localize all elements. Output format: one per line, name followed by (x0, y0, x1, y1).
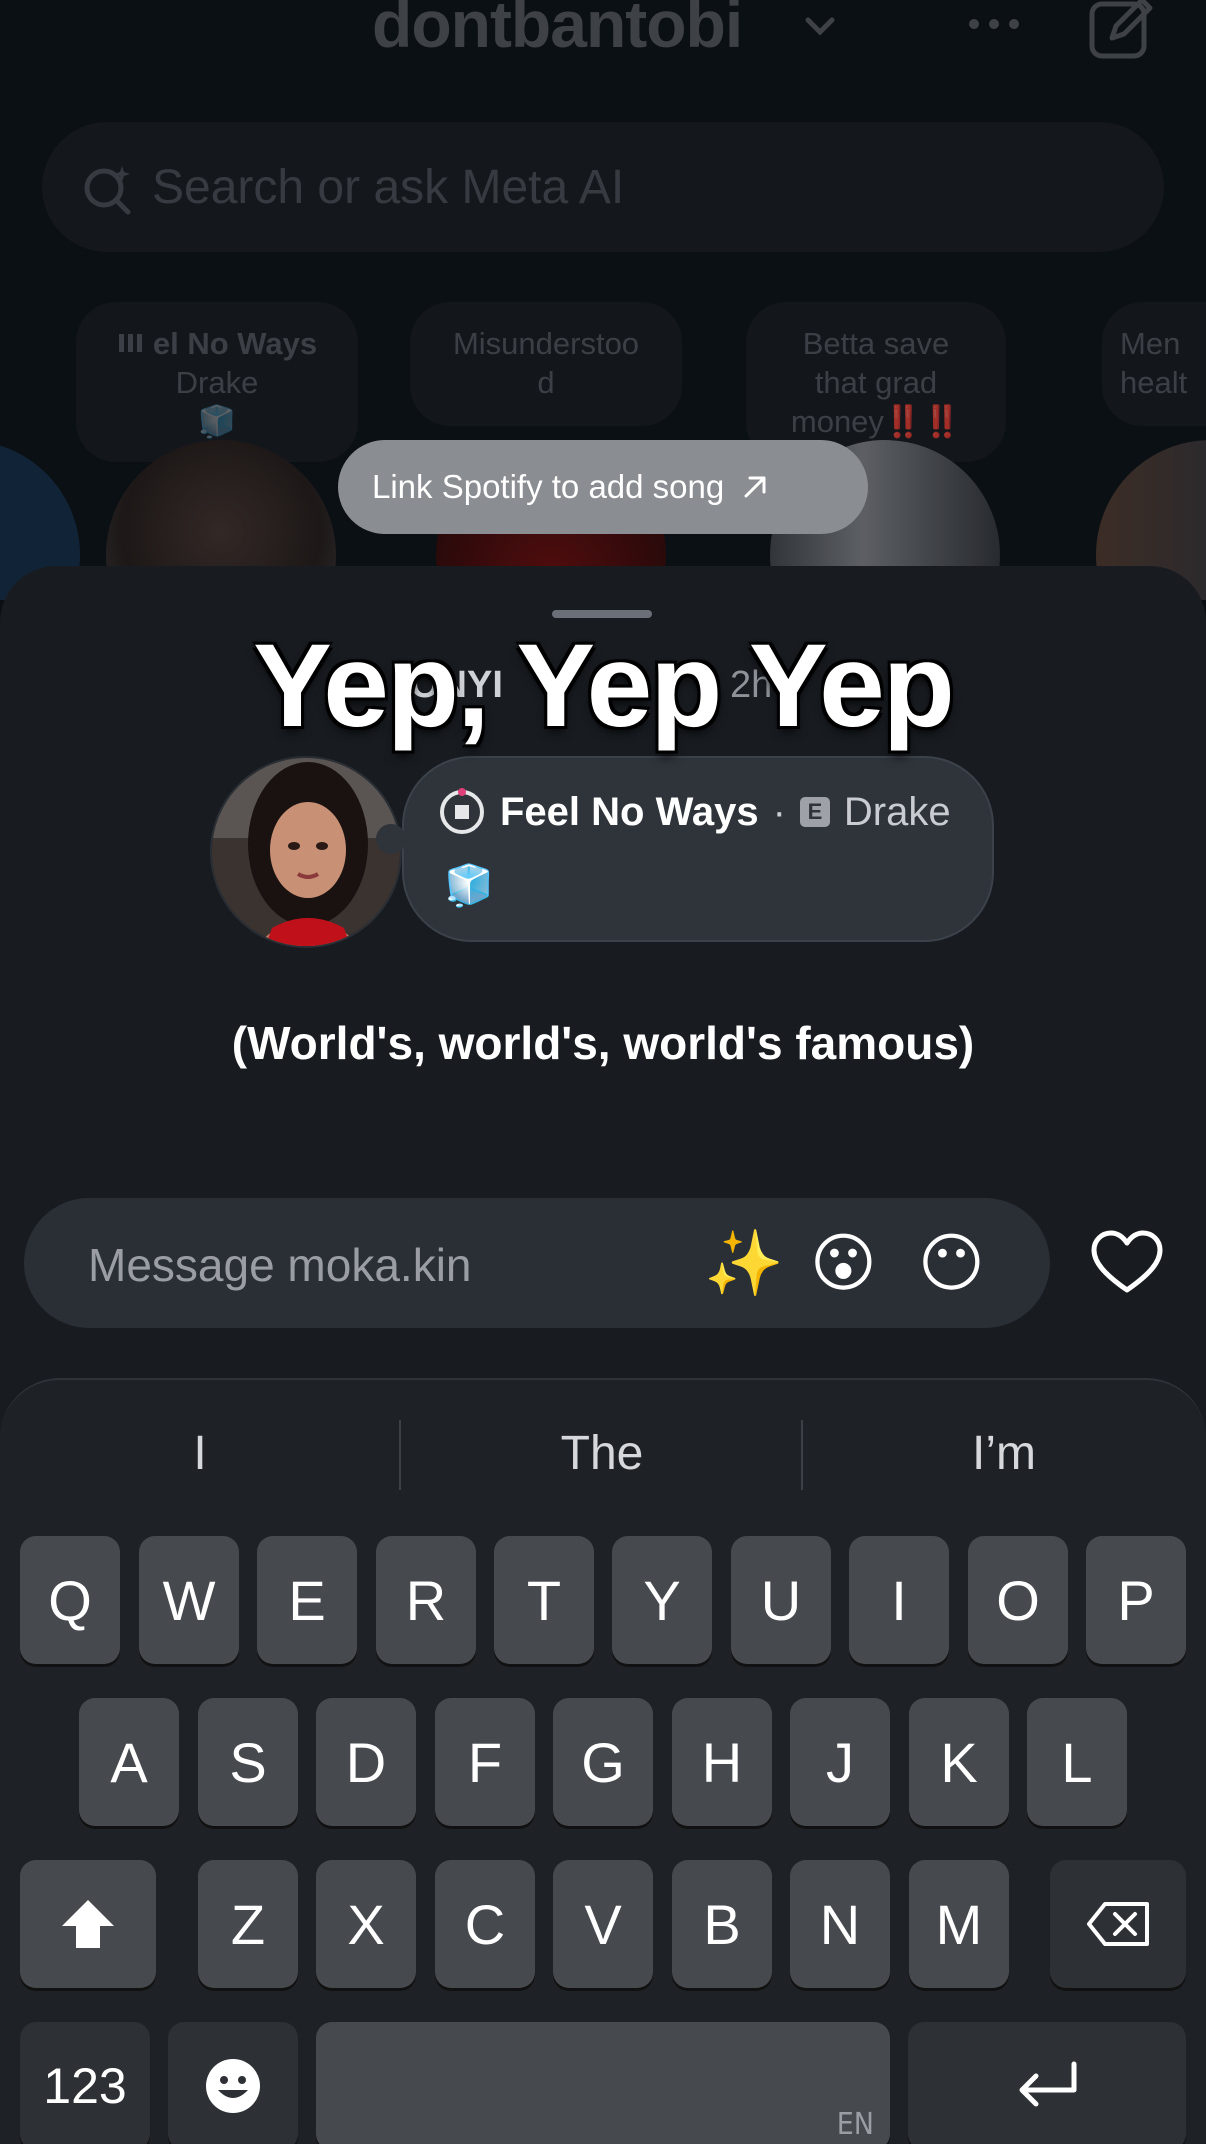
key-k[interactable]: K (909, 1698, 1009, 1826)
smiley-icon (206, 2059, 260, 2113)
song-artist: Drake (843, 789, 951, 834)
sheet-drag-handle[interactable] (552, 610, 652, 618)
key-n[interactable]: N (790, 1860, 890, 1988)
backspace-key[interactable] (1050, 1860, 1186, 1988)
key-o[interactable]: O (968, 1536, 1068, 1664)
key-w[interactable]: W (139, 1536, 239, 1664)
key-i[interactable]: I (849, 1536, 949, 1664)
author-avatar[interactable] (210, 756, 402, 948)
backspace-icon (1087, 1902, 1149, 1946)
song-note-bubble[interactable]: Feel No Ways · E Drake 🧊 (376, 756, 994, 942)
suggestion-2[interactable]: The (402, 1426, 802, 1481)
key-e[interactable]: E (257, 1536, 357, 1664)
song-title: Feel No Ways (500, 789, 759, 834)
link-spotify-label: Link Spotify to add song (372, 468, 725, 505)
numbers-key[interactable]: 123 (20, 2022, 150, 2144)
key-m[interactable]: M (909, 1860, 1009, 1988)
profile-photo (212, 758, 400, 946)
key-q[interactable]: Q (20, 1536, 120, 1664)
heart-icon[interactable] (1090, 1230, 1164, 1296)
shift-arrow-icon (62, 1900, 114, 1948)
play-pause-icon[interactable] (438, 788, 486, 836)
arrow-up-right-icon (744, 476, 766, 498)
suggestion-3[interactable]: I’m (804, 1426, 1204, 1481)
key-p[interactable]: P (1086, 1536, 1186, 1664)
return-key[interactable] (908, 2022, 1186, 2144)
key-b[interactable]: B (672, 1860, 772, 1988)
sparkles-reaction[interactable]: ✨ (704, 1226, 784, 1300)
key-s[interactable]: S (198, 1698, 298, 1826)
shift-key[interactable] (20, 1860, 156, 1988)
no-mouth-reaction[interactable]: 😶 (918, 1226, 985, 1300)
suggestion-1[interactable]: I (0, 1426, 400, 1481)
key-f[interactable]: F (435, 1698, 535, 1826)
key-h[interactable]: H (672, 1698, 772, 1826)
link-spotify-button[interactable]: Link Spotify to add song (338, 440, 868, 534)
separator-dot: · (772, 789, 786, 834)
suggestion-bar: I The I’m (0, 1380, 1206, 1530)
lyric-line: (World's, world's, world's famous) (231, 1017, 975, 1069)
key-t[interactable]: T (494, 1536, 594, 1664)
message-placeholder: Message moka.kin (88, 1239, 472, 1291)
key-j[interactable]: J (790, 1698, 890, 1826)
key-d[interactable]: D (316, 1698, 416, 1826)
explicit-badge: E (799, 797, 830, 827)
key-y[interactable]: Y (612, 1536, 712, 1664)
surprised-reaction[interactable]: 😮 (810, 1226, 877, 1300)
lyric-caption: Yep, Yep Yep (253, 620, 955, 752)
key-l[interactable]: L (1027, 1698, 1127, 1826)
key-v[interactable]: V (553, 1860, 653, 1988)
return-arrow-icon (1019, 2061, 1077, 2107)
key-g[interactable]: G (553, 1698, 653, 1826)
key-u[interactable]: U (731, 1536, 831, 1664)
key-z[interactable]: Z (198, 1860, 298, 1988)
key-r[interactable]: R (376, 1536, 476, 1664)
space-key[interactable]: EN (316, 2022, 890, 2144)
emoji-key[interactable] (168, 2022, 298, 2144)
language-indicator: EN (836, 2107, 874, 2142)
key-c[interactable]: C (435, 1860, 535, 1988)
keyboard: I The I’m Q W E R T Y U I O P A S D F G … (0, 1378, 1206, 2144)
key-x[interactable]: X (316, 1860, 416, 1988)
ice-cube-emoji: 🧊 (444, 864, 494, 908)
message-input[interactable]: Message moka.kin ✨ 😮 😶 (24, 1198, 1050, 1328)
key-a[interactable]: A (79, 1698, 179, 1826)
